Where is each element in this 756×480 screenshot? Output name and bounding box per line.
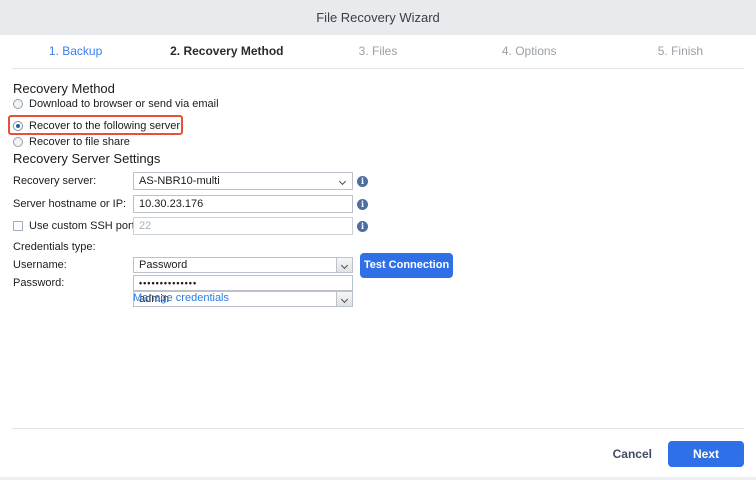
dropdown-button[interactable] [336,258,352,272]
radio-label: Recover to the following server [29,120,180,132]
radio-label: Download to browser or send via email [29,98,219,110]
info-icon[interactable] [357,176,368,187]
file-recovery-wizard-dialog: File Recovery Wizard 1. Backup 2. Recove… [0,0,756,480]
footer-divider [12,428,744,429]
radio-button-selected-icon[interactable] [13,121,23,131]
chevron-down-icon [341,296,348,303]
step-options: 4. Options [454,35,605,68]
recovery-server-label: Recovery server: [13,172,96,190]
step-files: 3. Files [302,35,453,68]
next-button[interactable]: Next [668,441,744,467]
recovery-server-value: AS-NBR10-multi [139,175,220,187]
credentials-type-value: Password [139,259,187,271]
step-finish: 5. Finish [605,35,756,68]
ssh-port-label: Use custom SSH port: [29,220,138,232]
radio-recover-to-server[interactable]: Recover to the following server [13,118,180,133]
wizard-steps: 1. Backup 2. Recovery Method 3. Files 4.… [0,35,756,68]
manage-credentials-link[interactable]: Manage credentials [133,292,229,304]
radio-download-to-browser[interactable]: Download to browser or send via email [13,96,219,111]
ssh-port-input [133,217,353,235]
radio-button-icon[interactable] [13,137,23,147]
cancel-button[interactable]: Cancel [613,447,652,461]
radio-recover-to-file-share[interactable]: Recover to file share [13,134,130,149]
recovery-method-heading: Recovery Method [13,81,115,96]
steps-divider [12,68,744,69]
credentials-type-select[interactable]: Password [133,257,353,273]
info-icon[interactable] [357,221,368,232]
chevron-down-icon [341,262,348,269]
password-label: Password: [13,275,64,291]
password-input[interactable] [133,275,353,291]
radio-button-icon[interactable] [13,99,23,109]
dialog-title: File Recovery Wizard [0,0,756,35]
dropdown-button[interactable] [336,292,352,306]
hostname-label: Server hostname or IP: [13,195,126,213]
server-settings-heading: Recovery Server Settings [13,151,160,166]
info-icon[interactable] [357,199,368,210]
chevron-down-icon [339,178,346,185]
hostname-input[interactable] [133,195,353,213]
radio-label: Recover to file share [29,136,130,148]
dialog-header: File Recovery Wizard [0,0,756,35]
recovery-server-select[interactable]: AS-NBR10-multi [133,172,353,190]
step-recovery-method: 2. Recovery Method [151,35,302,68]
ssh-port-checkbox[interactable] [13,221,23,231]
step-backup[interactable]: 1. Backup [0,35,151,68]
username-label: Username: [13,257,67,273]
test-connection-button[interactable]: Test Connection [360,253,453,278]
credentials-type-label: Credentials type: [13,239,96,255]
ssh-port-label-row: Use custom SSH port: [13,217,138,235]
